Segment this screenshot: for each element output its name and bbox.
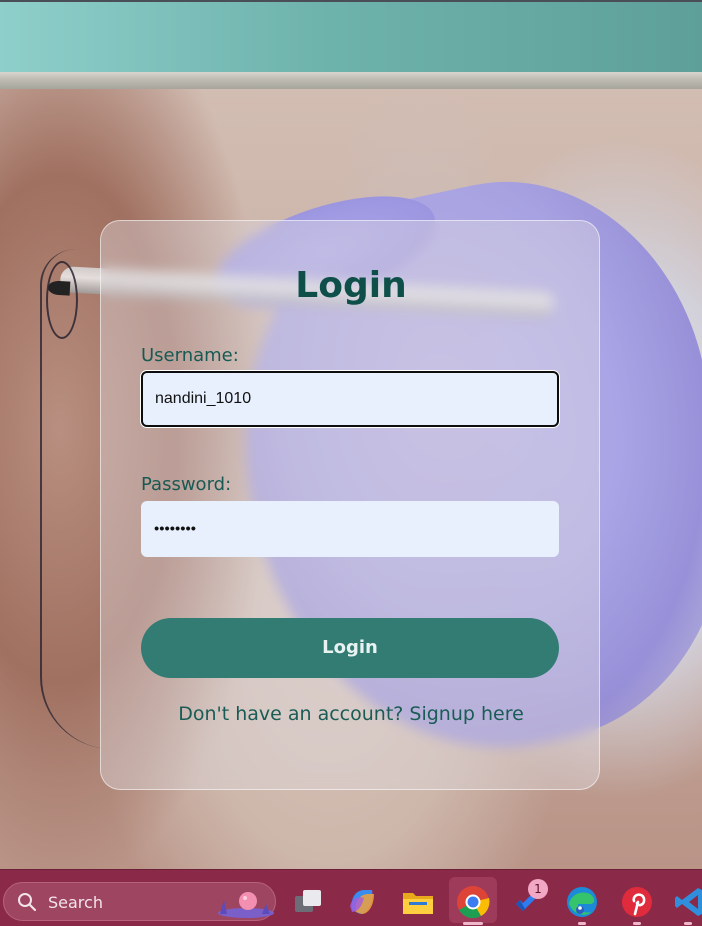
search-icon bbox=[18, 893, 37, 912]
taskbar: Search bbox=[0, 869, 702, 926]
pinterest-icon[interactable] bbox=[619, 884, 655, 920]
ink-loop-shape bbox=[46, 261, 78, 339]
vscode-icon[interactable] bbox=[672, 884, 702, 920]
header-divider bbox=[0, 72, 702, 89]
chrome-icon[interactable] bbox=[455, 884, 491, 920]
login-button[interactable]: Login bbox=[141, 618, 559, 678]
taskbar-search-box[interactable]: Search bbox=[3, 882, 276, 921]
edge-running-indicator bbox=[578, 922, 586, 925]
password-value: •••••••• bbox=[154, 520, 197, 538]
site-header-bar bbox=[0, 0, 702, 72]
password-input[interactable]: •••••••• bbox=[141, 501, 559, 557]
username-value: nandini_1010 bbox=[155, 390, 252, 407]
task-view-icon[interactable] bbox=[291, 884, 327, 920]
search-highlight-icon bbox=[218, 892, 274, 918]
username-label: Username: bbox=[141, 345, 239, 366]
signup-link[interactable]: Don't have an account? Signup here bbox=[101, 703, 601, 725]
todo-notification-badge: 1 bbox=[528, 879, 548, 899]
login-card: Login Username: nandini_1010 Password: •… bbox=[100, 220, 600, 790]
username-input[interactable]: nandini_1010 bbox=[141, 371, 559, 427]
edge-icon[interactable] bbox=[564, 884, 600, 920]
pinterest-running-indicator bbox=[633, 922, 641, 925]
login-title: Login bbox=[295, 265, 407, 306]
chrome-running-indicator bbox=[463, 922, 483, 925]
vscode-running-indicator bbox=[684, 922, 692, 925]
copilot-icon[interactable] bbox=[344, 884, 380, 920]
password-label: Password: bbox=[141, 474, 232, 495]
search-label: Search bbox=[48, 893, 103, 912]
file-explorer-icon[interactable] bbox=[400, 884, 436, 920]
browser-viewport: Login Username: nandini_1010 Password: •… bbox=[0, 0, 702, 926]
